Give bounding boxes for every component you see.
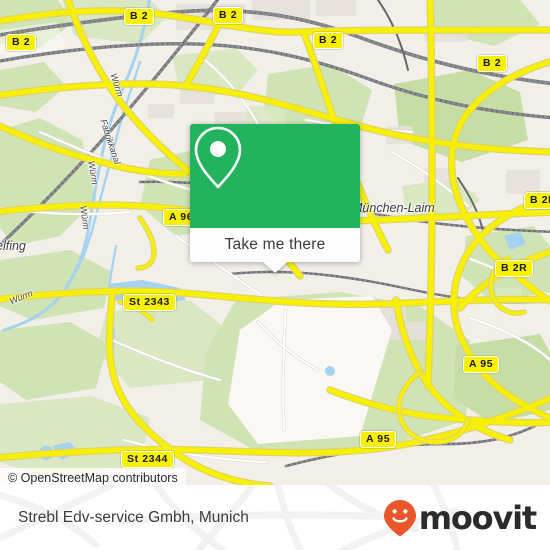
location-pin-icon	[194, 126, 242, 189]
road-shield: A 95	[463, 356, 500, 373]
road-shield: B 2	[313, 32, 344, 49]
moovit-smiley-pin-icon	[383, 499, 416, 536]
page-footer: Strebl Edv-service Gmbh, Munich moovit	[0, 485, 550, 550]
map-canvas[interactable]: .grn{fill:#cfe3b4} .grn2{fill:#d9e8c2} .…	[0, 0, 550, 485]
road-shield: A 95	[360, 431, 397, 448]
popup-card-header	[190, 124, 360, 228]
popup-pointer-tail	[263, 262, 287, 273]
map-attribution[interactable]: © OpenStreetMap contributors	[0, 468, 186, 485]
road-shield: B 2R	[524, 192, 550, 209]
road-shield: St 2343	[123, 294, 176, 311]
road-shield: B 2	[124, 8, 155, 25]
place-label-muenchen-laim: München-Laim	[352, 201, 435, 215]
take-me-there-label: Take me there	[224, 236, 326, 253]
location-title: Strebl Edv-service Gmbh, Munich	[18, 508, 249, 526]
moovit-wordmark: moovit	[418, 498, 537, 537]
place-label-graefelfing: elfing	[0, 239, 26, 253]
road-shield: B 2R	[495, 260, 534, 277]
road-shield: B 2	[6, 34, 37, 51]
road-shield: B 2	[213, 7, 244, 24]
location-popup-card[interactable]: Take me there	[190, 124, 360, 273]
road-shield: B 2	[477, 55, 508, 72]
popup-card-footer[interactable]: Take me there	[190, 228, 360, 273]
moovit-location-page: .grn{fill:#cfe3b4} .grn2{fill:#d9e8c2} .…	[0, 0, 550, 550]
road-shield: St 2344	[121, 451, 174, 468]
moovit-logo[interactable]: moovit	[383, 498, 537, 538]
